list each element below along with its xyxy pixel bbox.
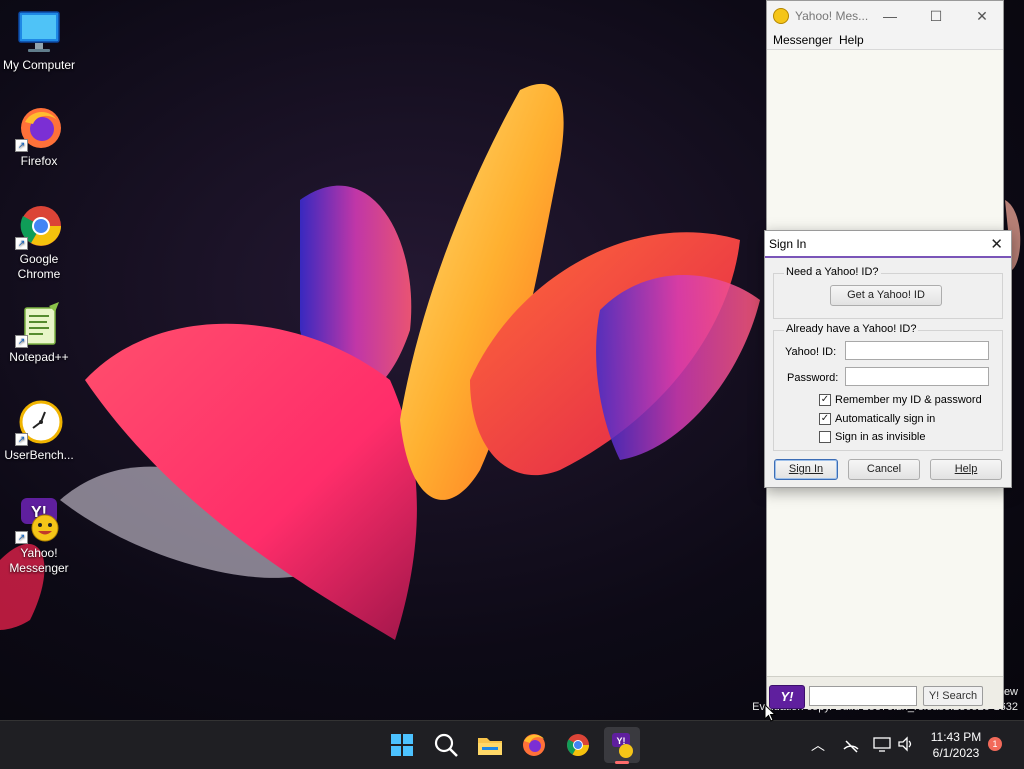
dialog-titlebar[interactable]: Sign In ✕ <box>765 231 1011 258</box>
invisible-label[interactable]: Sign in as invisible <box>835 431 926 443</box>
chrome-icon: ↗ <box>15 202 63 250</box>
firefox-icon: ↗ <box>15 104 63 152</box>
close-button[interactable]: ✕ <box>959 1 1005 31</box>
shortcut-arrow-icon: ↗ <box>15 335 28 348</box>
desktop-icon-label: My Computer <box>2 58 76 72</box>
search-icon <box>434 733 458 757</box>
remember-checkbox[interactable]: ✓ <box>819 394 831 406</box>
desktop-icon-label: Firefox <box>20 154 58 168</box>
network-disconnected-icon[interactable] <box>842 737 860 753</box>
watermark-line1: ew <box>1003 686 1018 698</box>
desktop-icon-label: Yahoo! Messenger <box>9 546 69 575</box>
shortcut-arrow-icon: ↗ <box>15 139 28 152</box>
existing-id-group-label: Already have a Yahoo! ID? <box>784 323 919 335</box>
yahoo-messenger-taskbar-button[interactable]: Y! <box>604 727 640 764</box>
chrome-taskbar-button[interactable] <box>560 727 596 763</box>
desktop-icon-firefox[interactable]: ↗ Firefox <box>0 104 78 169</box>
search-bar: Y! Y! Search <box>767 676 1003 709</box>
search-input[interactable] <box>809 686 917 706</box>
window-title: Yahoo! Mes... <box>795 9 869 23</box>
sign-in-dialog: Sign In ✕ Need a Yahoo! ID? Get a Yahoo!… <box>764 230 1012 488</box>
chevron-up-icon[interactable]: ︿ <box>811 735 825 755</box>
shortcut-arrow-icon: ↗ <box>15 531 28 544</box>
taskbar-clock[interactable]: 11:43 PM 6/1/2023 <box>920 729 992 761</box>
sign-in-button[interactable]: Sign In <box>774 459 838 480</box>
volume-icon[interactable] <box>897 736 915 752</box>
new-id-group-label: Need a Yahoo! ID? <box>784 266 881 278</box>
auto-signin-checkbox[interactable]: ✓ <box>819 413 831 425</box>
windows-logo-icon <box>391 734 413 756</box>
shortcut-arrow-icon: ↗ <box>15 433 28 446</box>
monitor-icon <box>15 8 63 56</box>
auto-signin-label[interactable]: Automatically sign in <box>835 413 935 425</box>
monitor-network-icon[interactable] <box>873 736 891 752</box>
remember-label[interactable]: Remember my ID & password <box>835 394 982 406</box>
folder-icon <box>478 738 502 755</box>
clock-date: 6/1/2023 <box>932 746 980 760</box>
firefox-taskbar-button[interactable] <box>516 727 552 763</box>
desktop-icon-label: UserBench... <box>4 448 74 462</box>
minimize-button[interactable]: — <box>867 1 913 31</box>
desktop-icon-userbench[interactable]: ↗ UserBench... <box>0 398 78 463</box>
menu-help[interactable]: Help <box>839 33 864 47</box>
desktop-icon-label: Notepad++ <box>9 350 69 364</box>
search-button-taskbar[interactable] <box>428 727 464 763</box>
help-button[interactable]: Help <box>930 459 1002 480</box>
yahoo-id-label: Yahoo! ID: <box>785 346 837 358</box>
password-field[interactable] <box>845 367 989 386</box>
desktop-icon-yahoo-messenger[interactable]: Y! ↗ Yahoo! Messenger <box>0 496 78 576</box>
chrome-icon <box>567 734 589 756</box>
notification-badge[interactable]: 1 <box>988 737 1002 751</box>
window-titlebar[interactable]: Yahoo! Mes... — ☐ ✕ <box>767 1 1003 31</box>
maximize-button[interactable]: ☐ <box>913 1 959 31</box>
cancel-button[interactable]: Cancel <box>848 459 920 480</box>
dialog-close-icon[interactable]: ✕ <box>990 235 1003 253</box>
menu-messenger[interactable]: Messenger <box>773 33 832 47</box>
shortcut-arrow-icon: ↗ <box>15 237 28 250</box>
password-label: Password: <box>787 372 839 384</box>
firefox-icon <box>523 734 545 756</box>
clock-time: 11:43 PM <box>930 730 982 744</box>
desktop-icon-my-computer[interactable]: My Computer <box>0 8 78 73</box>
desktop-icon-label: Google Chrome <box>17 252 61 281</box>
dialog-title: Sign In <box>769 237 807 251</box>
active-indicator <box>615 761 629 764</box>
yahoo-messenger-icon: Y! <box>612 733 633 758</box>
clock-gauge-icon: ↗ <box>15 398 63 446</box>
start-button[interactable] <box>384 727 420 763</box>
get-yahoo-id-button[interactable]: Get a Yahoo! ID <box>830 285 942 306</box>
desktop-icon-google-chrome[interactable]: ↗ Google Chrome <box>0 202 78 282</box>
yahoo-id-field[interactable] <box>845 341 989 360</box>
taskbar: Y! ︿ 11:43 PM 6/1/2023 <box>0 720 1024 769</box>
file-explorer-button[interactable] <box>472 727 508 763</box>
yahoo-messenger-icon: Y! ↗ <box>15 496 63 544</box>
yahoo-smiley-icon <box>773 8 789 24</box>
desktop-icon-notepadpp[interactable]: ↗ Notepad++ <box>0 300 78 365</box>
invisible-checkbox[interactable] <box>819 431 831 443</box>
mouse-cursor-icon <box>764 704 776 722</box>
notepadpp-icon: ↗ <box>15 300 63 348</box>
menu-bar: Messenger Help <box>767 31 1003 50</box>
search-button[interactable]: Y! Search <box>923 686 983 706</box>
